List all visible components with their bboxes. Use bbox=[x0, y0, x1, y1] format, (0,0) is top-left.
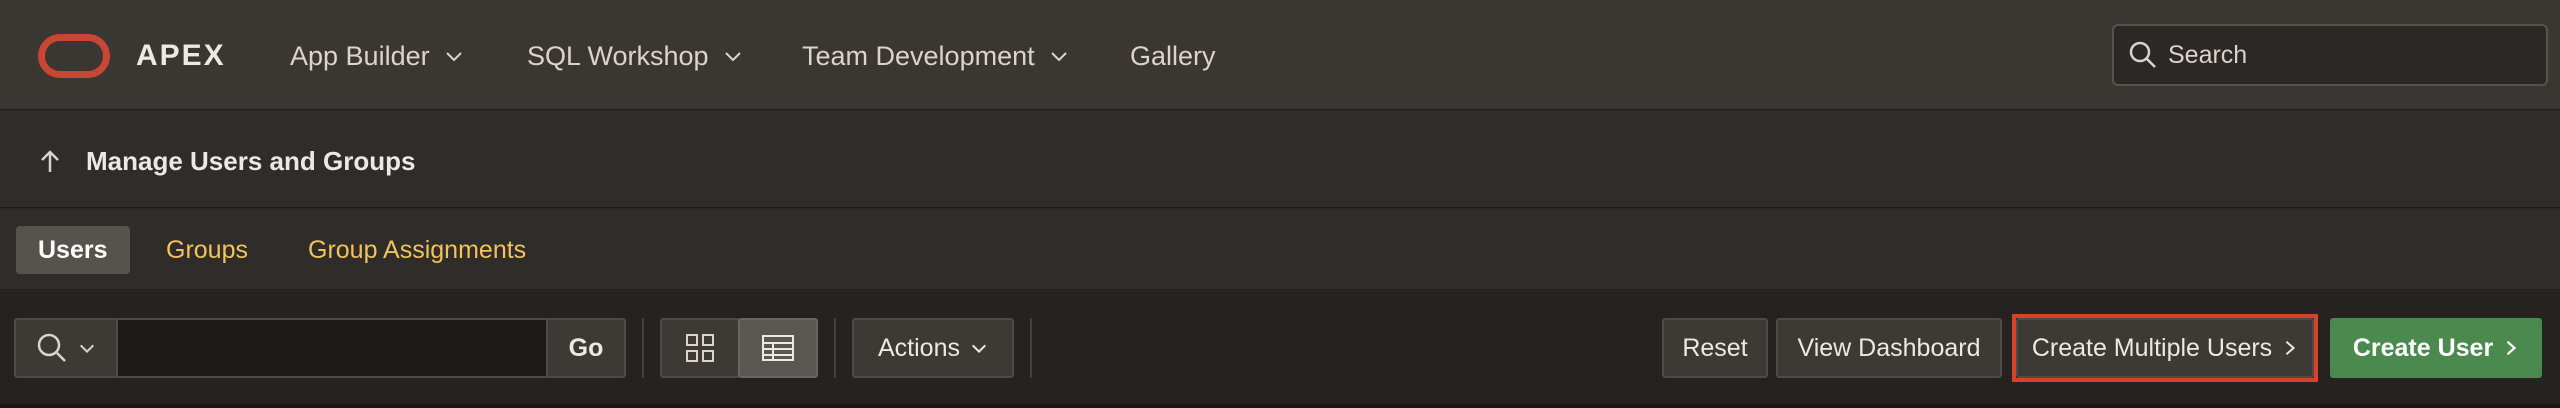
search-input[interactable] bbox=[2168, 40, 2528, 70]
nav-label: Team Development bbox=[802, 41, 1035, 71]
nav-app-builder[interactable]: App Builder bbox=[290, 38, 464, 74]
chevron-right-icon bbox=[2506, 340, 2517, 356]
grid-view-button[interactable] bbox=[660, 318, 740, 378]
app-brand-name[interactable]: APEX bbox=[136, 38, 226, 74]
nav-label: SQL Workshop bbox=[527, 41, 709, 71]
nav-label: App Builder bbox=[290, 41, 430, 71]
toolbar-divider bbox=[1030, 318, 1032, 378]
chevron-down-icon bbox=[79, 344, 95, 354]
oracle-logo-icon[interactable] bbox=[38, 34, 110, 78]
create-user-button[interactable]: Create User bbox=[2330, 318, 2542, 378]
actions-menu-button[interactable]: Actions bbox=[852, 318, 1014, 378]
nav-team-development[interactable]: Team Development bbox=[802, 38, 1069, 74]
report-search-input[interactable] bbox=[116, 318, 548, 378]
report-view-icon bbox=[762, 335, 794, 361]
search-column-selector[interactable] bbox=[14, 318, 118, 378]
chevron-right-icon bbox=[2285, 340, 2296, 356]
toolbar-divider bbox=[642, 318, 644, 378]
create-user-label: Create User bbox=[2352, 333, 2494, 362]
chevron-down-icon bbox=[971, 344, 986, 354]
nav-label: Gallery bbox=[1130, 41, 1216, 71]
toolbar-bottom-edge bbox=[0, 404, 2560, 408]
go-button[interactable]: Go bbox=[546, 318, 626, 378]
page-title: Manage Users and Groups bbox=[86, 146, 416, 176]
search-icon bbox=[2129, 41, 2156, 68]
create-multiple-users-button[interactable]: Create Multiple Users bbox=[2016, 318, 2314, 378]
report-view-button[interactable] bbox=[738, 318, 818, 378]
chevron-down-icon bbox=[445, 52, 462, 62]
arrow-up-icon[interactable] bbox=[36, 148, 64, 176]
view-dashboard-button[interactable]: View Dashboard bbox=[1776, 318, 2002, 378]
nav-sql-workshop[interactable]: SQL Workshop bbox=[527, 38, 743, 74]
chevron-down-icon bbox=[1050, 52, 1067, 62]
search-icon bbox=[37, 333, 66, 362]
create-multiple-users-label: Create Multiple Users bbox=[2031, 333, 2273, 362]
tab-group-assignments[interactable]: Group Assignments bbox=[286, 226, 548, 274]
tab-users[interactable]: Users bbox=[16, 226, 130, 274]
grid-view-icon bbox=[686, 334, 714, 362]
global-search[interactable] bbox=[2112, 24, 2548, 86]
actions-label: Actions bbox=[878, 333, 960, 362]
chevron-down-icon bbox=[724, 52, 741, 62]
reset-button[interactable]: Reset bbox=[1662, 318, 1768, 378]
toolbar-divider bbox=[834, 318, 836, 378]
tab-groups[interactable]: Groups bbox=[144, 226, 270, 274]
nav-gallery[interactable]: Gallery bbox=[1130, 38, 1216, 74]
